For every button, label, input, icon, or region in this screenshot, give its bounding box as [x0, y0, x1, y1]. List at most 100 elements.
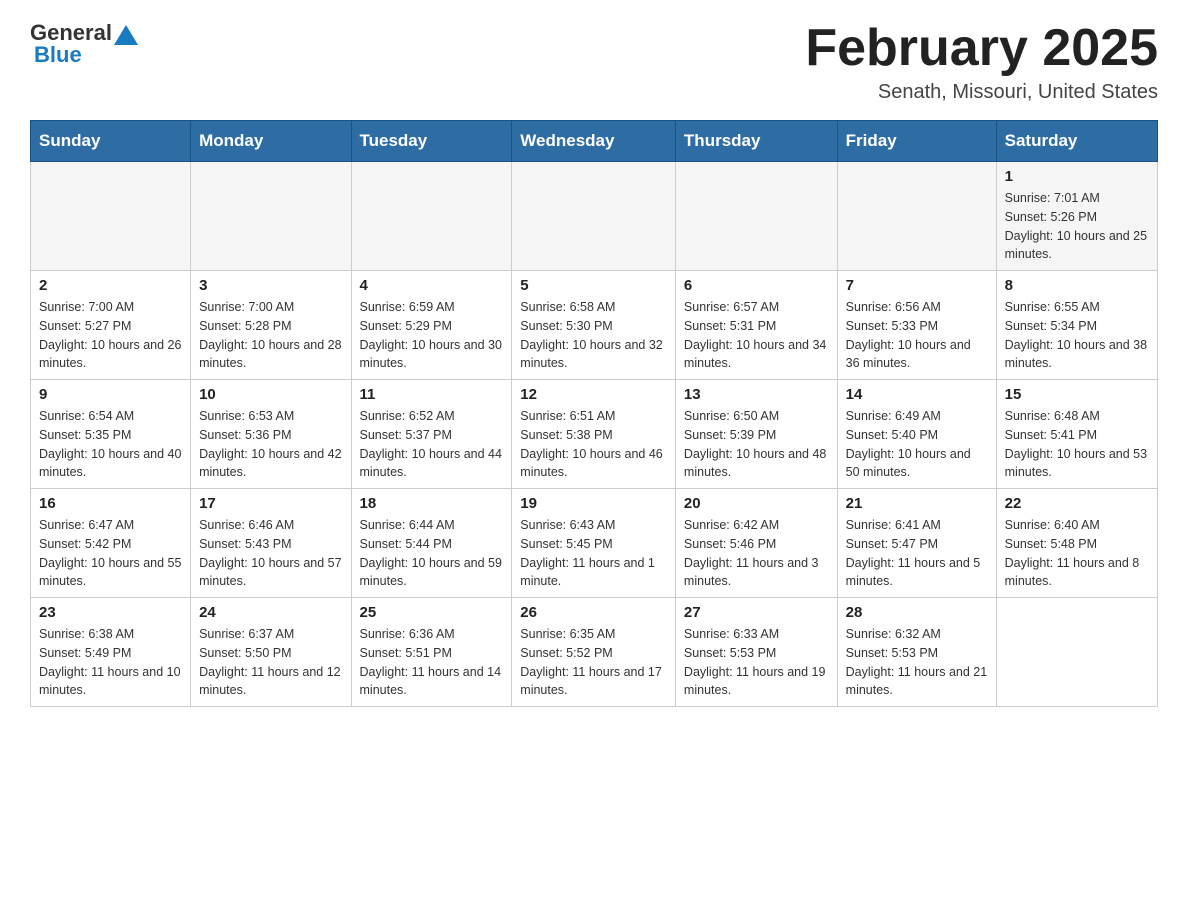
day-info: Sunrise: 6:57 AM Sunset: 5:31 PM Dayligh…	[684, 298, 829, 373]
day-info: Sunrise: 7:00 AM Sunset: 5:28 PM Dayligh…	[199, 298, 342, 373]
location-text: Senath, Missouri, United States	[805, 81, 1158, 104]
day-info: Sunrise: 6:58 AM Sunset: 5:30 PM Dayligh…	[520, 298, 667, 373]
day-number: 15	[1005, 386, 1149, 403]
calendar-day-cell	[837, 162, 996, 271]
day-info: Sunrise: 7:01 AM Sunset: 5:26 PM Dayligh…	[1005, 189, 1149, 264]
day-number: 23	[39, 604, 182, 621]
calendar-day-cell	[996, 598, 1157, 707]
calendar-week-row: 23 Sunrise: 6:38 AM Sunset: 5:49 PM Dayli…	[31, 598, 1158, 707]
calendar-day-cell	[675, 162, 837, 271]
day-number: 27	[684, 604, 829, 621]
calendar-day-cell: 5 Sunrise: 6:58 AM Sunset: 5:30 PM Daylig…	[512, 271, 676, 380]
day-number: 14	[846, 386, 988, 403]
calendar-day-cell: 17 Sunrise: 6:46 AM Sunset: 5:43 PM Dayli…	[191, 489, 351, 598]
calendar-day-cell: 16 Sunrise: 6:47 AM Sunset: 5:42 PM Dayli…	[31, 489, 191, 598]
calendar-day-cell: 27 Sunrise: 6:33 AM Sunset: 5:53 PM Dayli…	[675, 598, 837, 707]
weekday-header-thursday: Thursday	[675, 121, 837, 162]
day-number: 2	[39, 277, 182, 294]
day-info: Sunrise: 6:37 AM Sunset: 5:50 PM Dayligh…	[199, 625, 342, 700]
calendar-day-cell: 4 Sunrise: 6:59 AM Sunset: 5:29 PM Daylig…	[351, 271, 512, 380]
day-number: 3	[199, 277, 342, 294]
weekday-header-saturday: Saturday	[996, 121, 1157, 162]
calendar-table: SundayMondayTuesdayWednesdayThursdayFrid…	[30, 120, 1158, 707]
calendar-week-row: 2 Sunrise: 7:00 AM Sunset: 5:27 PM Daylig…	[31, 271, 1158, 380]
day-number: 5	[520, 277, 667, 294]
calendar-day-cell: 22Sunrise: 6:40 AM Sunset: 5:48 PM Dayli…	[996, 489, 1157, 598]
calendar-day-cell: 3 Sunrise: 7:00 AM Sunset: 5:28 PM Daylig…	[191, 271, 351, 380]
day-info: Sunrise: 6:35 AM Sunset: 5:52 PM Dayligh…	[520, 625, 667, 700]
day-number: 28	[846, 604, 988, 621]
calendar-header-row: SundayMondayTuesdayWednesdayThursdayFrid…	[31, 121, 1158, 162]
day-info: Sunrise: 7:00 AM Sunset: 5:27 PM Dayligh…	[39, 298, 182, 373]
day-number: 6	[684, 277, 829, 294]
day-info: Sunrise: 6:50 AM Sunset: 5:39 PM Dayligh…	[684, 407, 829, 482]
day-number: 16	[39, 495, 182, 512]
logo-triangle-icon	[114, 25, 138, 45]
calendar-day-cell: 23 Sunrise: 6:38 AM Sunset: 5:49 PM Dayli…	[31, 598, 191, 707]
day-number: 1	[1005, 168, 1149, 185]
weekday-header-wednesday: Wednesday	[512, 121, 676, 162]
calendar-week-row: 9 Sunrise: 6:54 AM Sunset: 5:35 PM Daylig…	[31, 380, 1158, 489]
day-info: Sunrise: 6:33 AM Sunset: 5:53 PM Dayligh…	[684, 625, 829, 700]
day-number: 24	[199, 604, 342, 621]
day-info: Sunrise: 6:44 AM Sunset: 5:44 PM Dayligh…	[360, 516, 504, 591]
day-number: 9	[39, 386, 182, 403]
calendar-day-cell: 9 Sunrise: 6:54 AM Sunset: 5:35 PM Daylig…	[31, 380, 191, 489]
calendar-day-cell: 1 Sunrise: 7:01 AM Sunset: 5:26 PM Daylig…	[996, 162, 1157, 271]
calendar-day-cell: 28 Sunrise: 6:32 AM Sunset: 5:53 PM Dayli…	[837, 598, 996, 707]
calendar-day-cell: 11 Sunrise: 6:52 AM Sunset: 5:37 PM Dayli…	[351, 380, 512, 489]
day-info: Sunrise: 6:42 AM Sunset: 5:46 PM Dayligh…	[684, 516, 829, 591]
day-info: Sunrise: 6:36 AM Sunset: 5:51 PM Dayligh…	[360, 625, 504, 700]
calendar-day-cell: 18Sunrise: 6:44 AM Sunset: 5:44 PM Dayli…	[351, 489, 512, 598]
weekday-header-sunday: Sunday	[31, 121, 191, 162]
calendar-day-cell	[512, 162, 676, 271]
day-number: 11	[360, 386, 504, 403]
calendar-day-cell	[191, 162, 351, 271]
day-number: 22	[1005, 495, 1149, 512]
calendar-day-cell: 15 Sunrise: 6:48 AM Sunset: 5:41 PM Dayli…	[996, 380, 1157, 489]
day-number: 12	[520, 386, 667, 403]
calendar-day-cell: 21 Sunrise: 6:41 AM Sunset: 5:47 PM Dayli…	[837, 489, 996, 598]
day-info: Sunrise: 6:41 AM Sunset: 5:47 PM Dayligh…	[846, 516, 988, 591]
day-info: Sunrise: 6:52 AM Sunset: 5:37 PM Dayligh…	[360, 407, 504, 482]
day-info: Sunrise: 6:59 AM Sunset: 5:29 PM Dayligh…	[360, 298, 504, 373]
day-number: 4	[360, 277, 504, 294]
day-number: 21	[846, 495, 988, 512]
day-number: 25	[360, 604, 504, 621]
page-header: General Blue February 2025 Senath, Misso…	[30, 20, 1158, 104]
day-info: Sunrise: 6:38 AM Sunset: 5:49 PM Dayligh…	[39, 625, 182, 700]
day-info: Sunrise: 6:51 AM Sunset: 5:38 PM Dayligh…	[520, 407, 667, 482]
day-info: Sunrise: 6:53 AM Sunset: 5:36 PM Dayligh…	[199, 407, 342, 482]
calendar-week-row: 16 Sunrise: 6:47 AM Sunset: 5:42 PM Dayli…	[31, 489, 1158, 598]
day-info: Sunrise: 6:46 AM Sunset: 5:43 PM Dayligh…	[199, 516, 342, 591]
logo: General Blue	[30, 20, 140, 68]
day-number: 13	[684, 386, 829, 403]
calendar-day-cell: 19 Sunrise: 6:43 AM Sunset: 5:45 PM Dayli…	[512, 489, 676, 598]
day-number: 26	[520, 604, 667, 621]
day-info: Sunrise: 6:47 AM Sunset: 5:42 PM Dayligh…	[39, 516, 182, 591]
calendar-day-cell: 12 Sunrise: 6:51 AM Sunset: 5:38 PM Dayli…	[512, 380, 676, 489]
day-info: Sunrise: 6:54 AM Sunset: 5:35 PM Dayligh…	[39, 407, 182, 482]
calendar-day-cell: 14Sunrise: 6:49 AM Sunset: 5:40 PM Dayli…	[837, 380, 996, 489]
calendar-day-cell	[31, 162, 191, 271]
calendar-day-cell: 2 Sunrise: 7:00 AM Sunset: 5:27 PM Daylig…	[31, 271, 191, 380]
calendar-day-cell: 13 Sunrise: 6:50 AM Sunset: 5:39 PM Dayli…	[675, 380, 837, 489]
day-number: 20	[684, 495, 829, 512]
calendar-day-cell: 10Sunrise: 6:53 AM Sunset: 5:36 PM Dayli…	[191, 380, 351, 489]
day-info: Sunrise: 6:56 AM Sunset: 5:33 PM Dayligh…	[846, 298, 988, 373]
calendar-day-cell: 20 Sunrise: 6:42 AM Sunset: 5:46 PM Dayli…	[675, 489, 837, 598]
day-info: Sunrise: 6:43 AM Sunset: 5:45 PM Dayligh…	[520, 516, 667, 591]
weekday-header-tuesday: Tuesday	[351, 121, 512, 162]
day-number: 19	[520, 495, 667, 512]
month-title: February 2025	[805, 20, 1158, 77]
calendar-day-cell: 8Sunrise: 6:55 AM Sunset: 5:34 PM Daylig…	[996, 271, 1157, 380]
title-area: February 2025 Senath, Missouri, United S…	[805, 20, 1158, 104]
logo-blue-text: Blue	[34, 42, 82, 68]
calendar-day-cell	[351, 162, 512, 271]
day-info: Sunrise: 6:48 AM Sunset: 5:41 PM Dayligh…	[1005, 407, 1149, 482]
calendar-week-row: 1 Sunrise: 7:01 AM Sunset: 5:26 PM Daylig…	[31, 162, 1158, 271]
day-number: 7	[846, 277, 988, 294]
day-info: Sunrise: 6:32 AM Sunset: 5:53 PM Dayligh…	[846, 625, 988, 700]
calendar-day-cell: 26 Sunrise: 6:35 AM Sunset: 5:52 PM Dayli…	[512, 598, 676, 707]
day-number: 17	[199, 495, 342, 512]
